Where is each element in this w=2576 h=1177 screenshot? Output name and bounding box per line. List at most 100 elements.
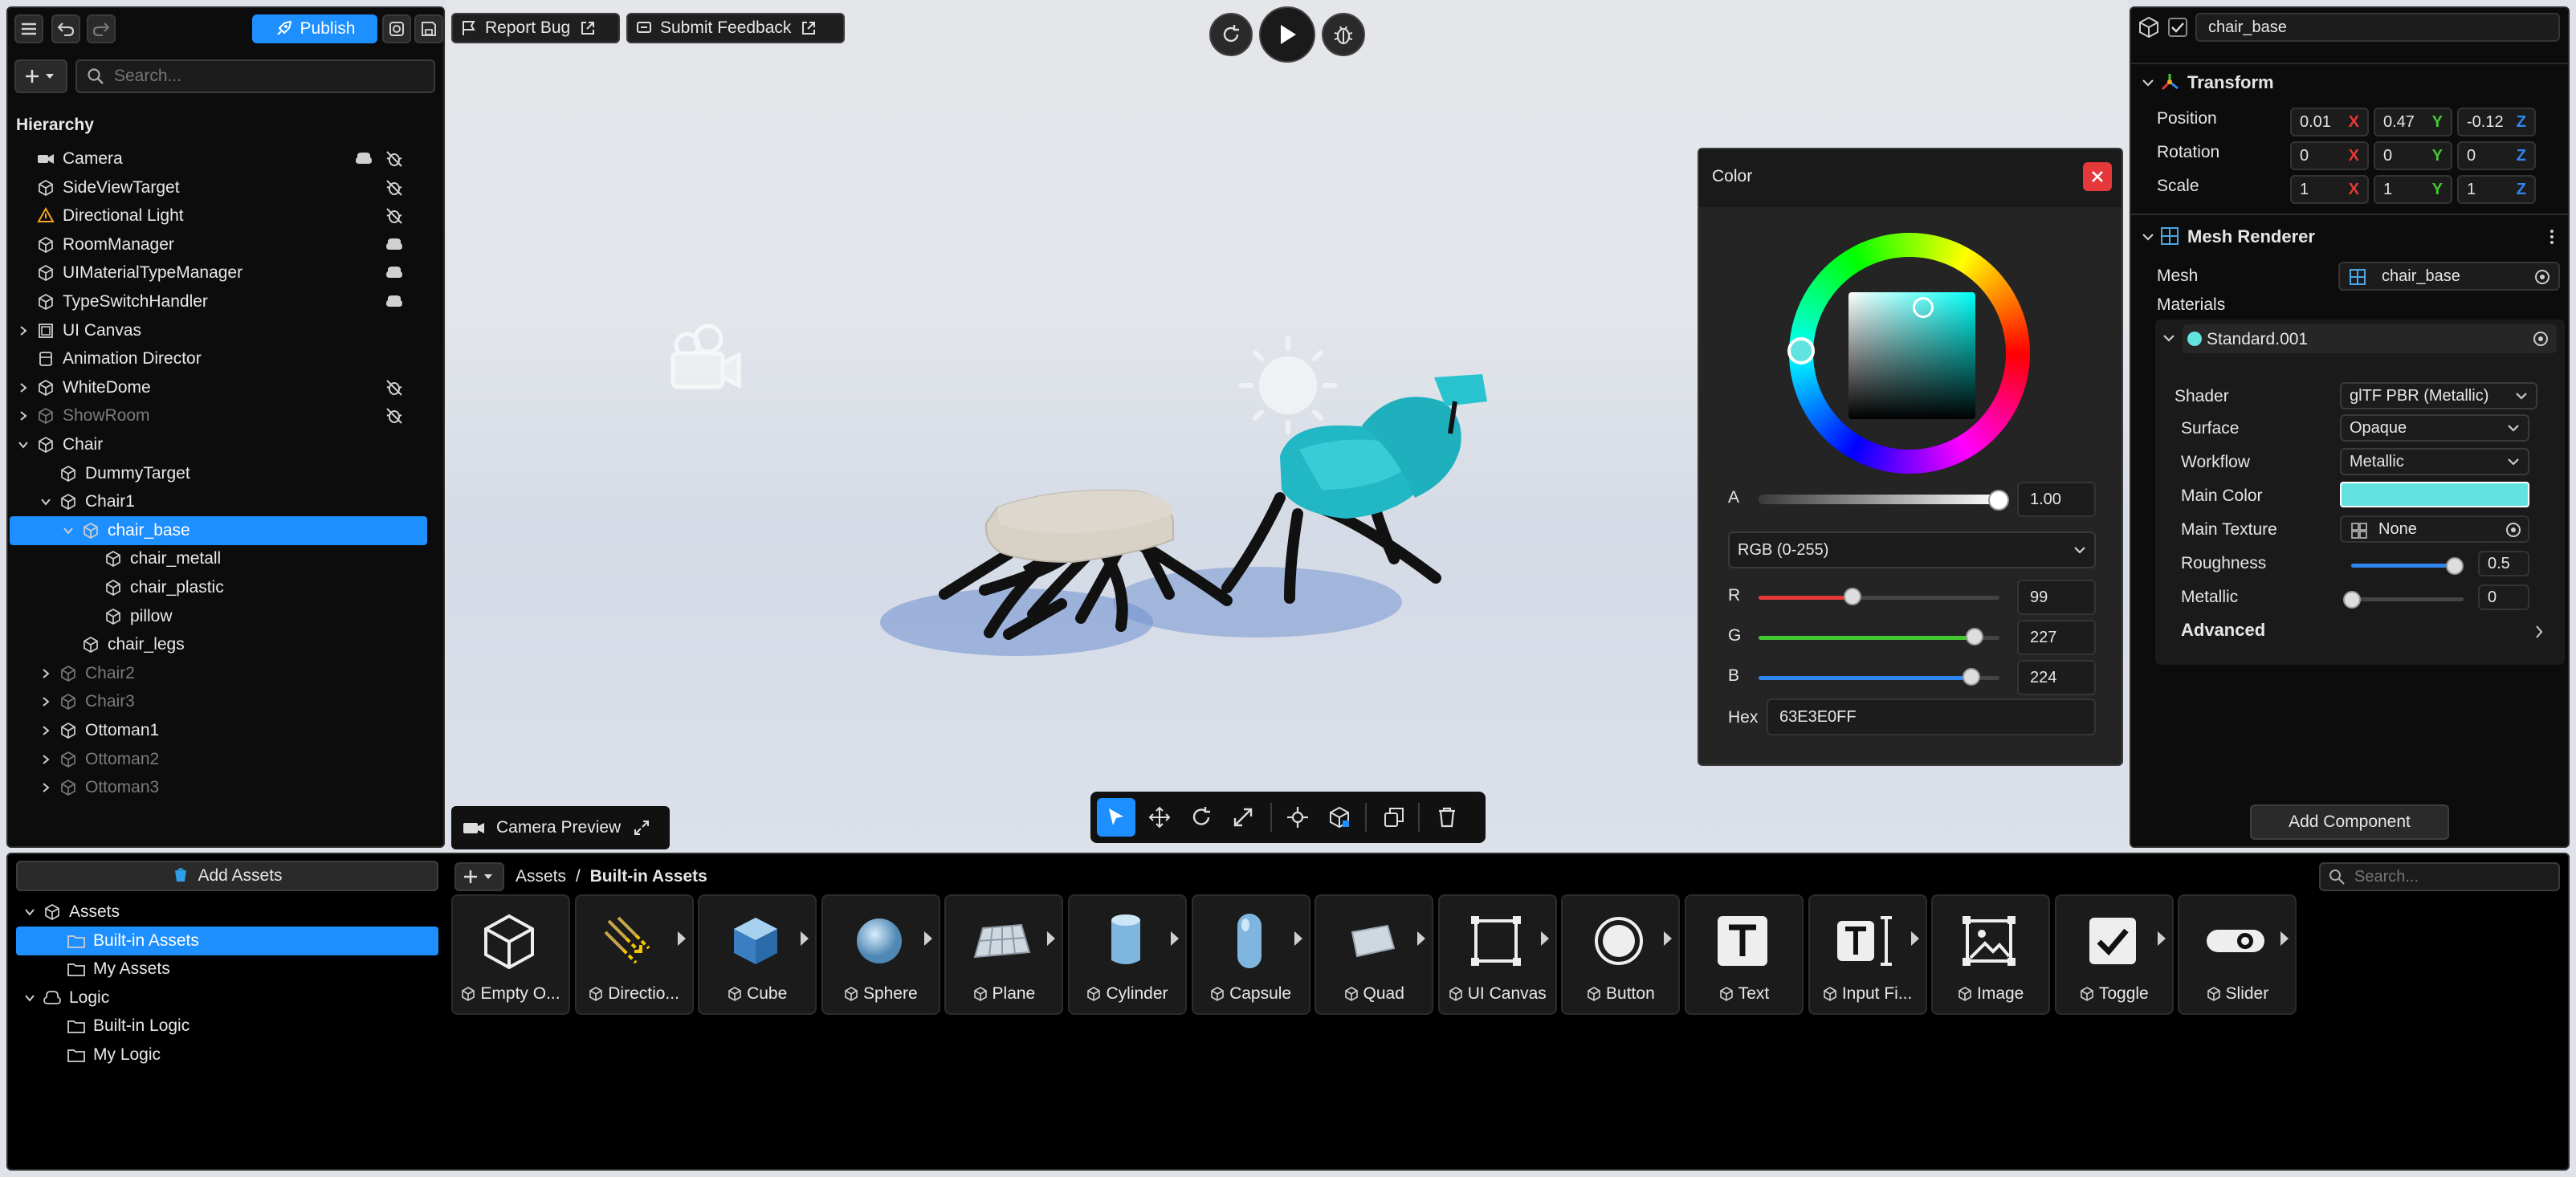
position-y-input[interactable]: 0.47 Y <box>2374 108 2452 136</box>
visibility-off-icon[interactable] <box>385 150 403 168</box>
asset-search-input[interactable] <box>2353 866 2549 887</box>
asset-tree-item[interactable]: Logic <box>16 984 438 1012</box>
hue-handle[interactable] <box>1787 337 1815 365</box>
chevron-right-icon[interactable] <box>17 409 30 422</box>
report-bug-button[interactable]: Report Bug <box>451 13 620 43</box>
asset-card[interactable]: Capsule <box>1191 894 1310 1015</box>
scale-z-input[interactable]: 1Z <box>2457 175 2536 204</box>
mesh-field[interactable]: chair_base <box>2338 262 2560 291</box>
advanced-label[interactable]: Advanced <box>2181 620 2265 641</box>
g-handle[interactable] <box>1966 628 1983 646</box>
chevron-right-icon[interactable] <box>39 781 52 794</box>
main-color-swatch[interactable] <box>2340 482 2529 507</box>
redo-button[interactable] <box>87 14 116 43</box>
pivot-button[interactable] <box>1278 798 1317 837</box>
undo-button[interactable] <box>51 14 80 43</box>
hierarchy-item[interactable]: Ottoman1 <box>10 716 427 745</box>
visibility-off-icon[interactable] <box>385 179 403 197</box>
asset-card[interactable]: Empty O... <box>451 894 570 1015</box>
r-input[interactable]: 99 <box>2017 580 2096 615</box>
chevron-down-icon[interactable] <box>17 438 30 451</box>
hierarchy-item[interactable]: Ottoman3 <box>10 773 427 802</box>
asset-tree-item[interactable]: Built-in Assets <box>16 926 438 955</box>
menu-button[interactable] <box>14 14 43 43</box>
move-tool-button[interactable] <box>1140 798 1179 837</box>
chevron-right-icon[interactable] <box>39 695 52 708</box>
material-header[interactable]: Standard.001 <box>2183 324 2557 353</box>
scale-y-input[interactable]: 1Y <box>2374 175 2452 204</box>
asset-card[interactable]: Input Fi... <box>1808 894 1927 1015</box>
add-component-button[interactable]: Add Component <box>2250 804 2449 840</box>
chevron-right-icon[interactable] <box>39 667 52 680</box>
r-handle[interactable] <box>1844 588 1861 605</box>
g-input[interactable]: 227 <box>2017 620 2096 655</box>
position-z-input[interactable]: -0.12 Z <box>2457 108 2536 136</box>
hierarchy-item[interactable]: chair_base <box>10 515 427 545</box>
add-object-button[interactable] <box>14 59 67 93</box>
asset-tree-item[interactable]: My Assets <box>16 955 438 984</box>
more-vertical-icon[interactable] <box>2549 228 2555 246</box>
delete-button[interactable] <box>1428 798 1466 837</box>
metallic-input[interactable]: 0 <box>2478 584 2529 610</box>
chevron-right-icon[interactable] <box>17 324 30 337</box>
expand-variants-arrow[interactable] <box>2157 931 2166 946</box>
rotation-y-input[interactable]: 0Y <box>2374 141 2452 170</box>
publish-button[interactable]: Publish <box>252 14 377 43</box>
b-input[interactable]: 224 <box>2017 660 2096 695</box>
hierarchy-item[interactable]: Chair1 <box>10 487 427 516</box>
chevron-down-icon[interactable] <box>2141 75 2155 90</box>
asset-card[interactable]: Cylinder <box>1068 894 1187 1015</box>
surface-select[interactable]: Opaque <box>2340 414 2529 442</box>
play-button[interactable] <box>1259 6 1315 63</box>
asset-card[interactable]: UI Canvas <box>1437 894 1557 1015</box>
shader-select[interactable]: glTF PBR (Metallic) <box>2340 382 2537 409</box>
b-handle[interactable] <box>1963 668 1980 686</box>
close-button[interactable] <box>2083 162 2112 191</box>
color-mode-select[interactable]: RGB (0-255) <box>1728 531 2096 568</box>
duplicate-button[interactable] <box>1375 798 1413 837</box>
hierarchy-item[interactable]: Chair3 <box>10 687 427 716</box>
chevron-down-icon[interactable] <box>2141 230 2155 244</box>
hierarchy-item[interactable]: Animation Director <box>10 344 427 373</box>
saturation-value-box[interactable] <box>1848 292 1975 419</box>
rotate-tool-button[interactable] <box>1182 798 1221 837</box>
chevron-down-icon[interactable] <box>23 906 36 918</box>
hierarchy-item[interactable]: TypeSwitchHandler <box>10 287 427 316</box>
chevron-down-icon[interactable] <box>2162 331 2176 345</box>
hierarchy-item[interactable]: Chair <box>10 430 427 459</box>
asset-card[interactable]: Button <box>1561 894 1681 1015</box>
hierarchy-item[interactable]: ShowRoom <box>10 401 427 430</box>
save-button[interactable] <box>414 14 443 43</box>
expand-variants-arrow[interactable] <box>1171 931 1179 946</box>
expand-variants-arrow[interactable] <box>801 931 809 946</box>
alpha-handle[interactable] <box>1988 490 2009 511</box>
chevron-down-icon[interactable] <box>23 992 36 1004</box>
visibility-off-icon[interactable] <box>385 207 403 225</box>
hierarchy-item[interactable]: chair_legs <box>10 630 427 659</box>
hierarchy-item[interactable]: Chair2 <box>10 659 427 688</box>
refresh-preview-button[interactable] <box>1209 13 1253 56</box>
scale-x-input[interactable]: 1X <box>2290 175 2369 204</box>
hierarchy-item[interactable]: Directional Light <box>10 202 427 230</box>
asset-card[interactable]: Cube <box>698 894 817 1015</box>
hierarchy-item[interactable]: UIMaterialTypeManager <box>10 259 427 287</box>
hierarchy-item[interactable]: RoomManager <box>10 230 427 259</box>
metallic-handle[interactable] <box>2343 591 2361 609</box>
chevron-down-icon[interactable] <box>62 524 75 537</box>
asset-search[interactable] <box>2319 862 2560 891</box>
asset-card[interactable]: Sphere <box>821 894 940 1015</box>
hierarchy-search[interactable] <box>75 59 435 93</box>
asset-card[interactable]: Toggle <box>2054 894 2174 1015</box>
roughness-handle[interactable] <box>2446 557 2464 575</box>
alpha-slider[interactable] <box>1759 495 1999 504</box>
hierarchy-item[interactable]: chair_metall <box>10 544 427 573</box>
chevron-right-icon[interactable] <box>17 381 30 394</box>
debug-button[interactable] <box>1322 13 1365 56</box>
asset-card[interactable]: Quad <box>1314 894 1434 1015</box>
expand-variants-arrow[interactable] <box>1910 931 1919 946</box>
hierarchy-item[interactable]: pillow <box>10 602 427 631</box>
asset-tree-item[interactable]: Assets <box>16 898 438 927</box>
g-slider[interactable] <box>1759 636 1999 640</box>
camera-preview-button[interactable]: Camera Preview <box>451 806 670 849</box>
target-icon[interactable] <box>2505 522 2521 538</box>
